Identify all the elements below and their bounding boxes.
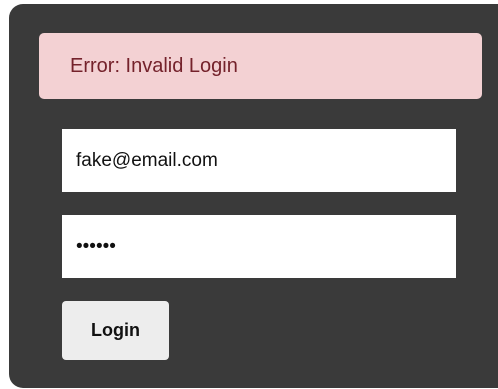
email-field[interactable] xyxy=(62,129,456,192)
error-message: Error: Invalid Login xyxy=(70,55,238,77)
password-field[interactable] xyxy=(62,215,456,278)
error-alert: Error: Invalid Login xyxy=(39,33,482,99)
login-button[interactable]: Login xyxy=(62,301,169,360)
